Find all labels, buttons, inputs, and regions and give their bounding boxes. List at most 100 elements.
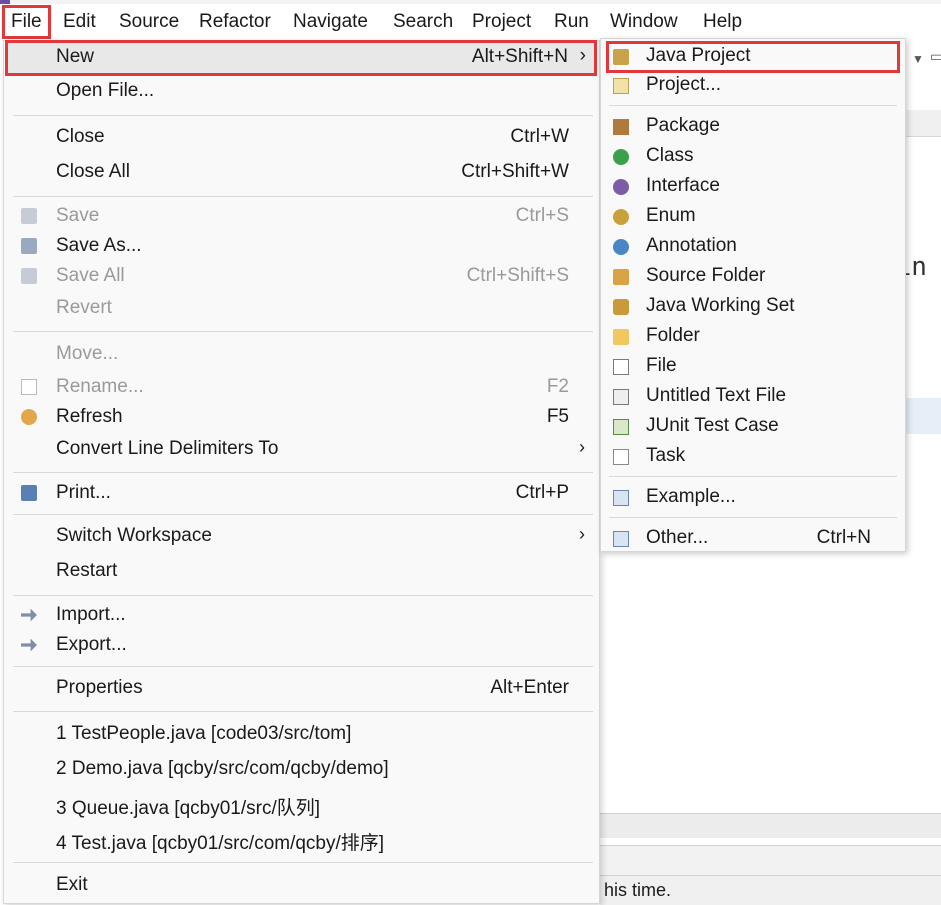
bottom-panel: [600, 845, 941, 876]
chevron-right-icon: ›: [579, 437, 585, 457]
menu-item-recent-2[interactable]: 2 Demo.java [qcby/src/com/qcby/demo]: [4, 755, 599, 785]
other-accel: Ctrl+N: [816, 527, 871, 548]
view-menu-dropdown-icon[interactable]: ▼: [912, 52, 924, 66]
submenu-item-package[interactable]: Package: [601, 112, 905, 142]
properties-label: Properties: [56, 677, 143, 698]
menu-item-close[interactable]: Close Ctrl+W: [4, 123, 599, 153]
export-icon: [21, 638, 37, 652]
submenu-item-file[interactable]: File: [601, 352, 905, 382]
menu-item-save-as[interactable]: Save As...: [4, 232, 599, 262]
folder-label: Folder: [646, 325, 700, 346]
exit-label: Exit: [56, 874, 88, 895]
menu-edit[interactable]: Edit: [57, 8, 102, 36]
recent-file-label: 1 TestPeople.java [code03/src/tom]: [56, 723, 352, 744]
annotation-icon: [613, 239, 629, 255]
submenu-item-interface[interactable]: Interface: [601, 172, 905, 202]
save-icon: [21, 208, 37, 224]
save-as-icon: [21, 238, 37, 254]
menu-item-recent-4[interactable]: 4 Test.java [qcby01/src/com/qcby/排序]: [4, 825, 599, 855]
menu-item-refresh[interactable]: Refresh F5: [4, 403, 599, 433]
file-label: File: [646, 355, 677, 376]
menu-item-restart[interactable]: Restart: [4, 557, 599, 587]
menu-project[interactable]: Project: [466, 8, 537, 36]
menu-item-rename[interactable]: Rename... F2: [4, 373, 599, 403]
recent-file-label: 2 Demo.java [qcby/src/com/qcby/demo]: [56, 758, 389, 779]
example-label: Example...: [646, 486, 736, 507]
menu-item-import[interactable]: Import...: [4, 601, 599, 631]
new-accel: Alt+Shift+N: [471, 46, 568, 67]
menu-help[interactable]: Help: [697, 8, 748, 36]
menu-item-switch-workspace[interactable]: Switch Workspace ›: [4, 522, 599, 552]
save-accel: Ctrl+S: [515, 205, 569, 226]
menu-separator: [13, 115, 593, 116]
minimize-icon[interactable]: ▭: [930, 48, 941, 65]
file-icon: [613, 359, 629, 375]
menu-item-close-all[interactable]: Close All Ctrl+Shift+W: [4, 158, 599, 188]
menu-search[interactable]: Search: [387, 8, 459, 36]
submenu-item-java-project[interactable]: Java Project: [606, 41, 900, 73]
submenu-item-annotation[interactable]: Annotation: [601, 232, 905, 262]
java-working-set-label: Java Working Set: [646, 295, 795, 316]
save-all-label: Save All: [56, 265, 125, 286]
submenu-item-example[interactable]: Example...: [601, 483, 905, 513]
submenu-item-untitled-text-file[interactable]: Untitled Text File: [601, 382, 905, 412]
task-icon: [613, 449, 629, 465]
menu-item-save[interactable]: Save Ctrl+S: [4, 202, 599, 232]
class-label: Class: [646, 145, 694, 166]
menu-run[interactable]: Run: [548, 8, 595, 36]
rename-label: Rename...: [56, 376, 144, 397]
menu-item-move[interactable]: Move...: [4, 340, 599, 370]
menu-item-recent-1[interactable]: 1 TestPeople.java [code03/src/tom]: [4, 720, 599, 750]
submenu-item-other[interactable]: Other... Ctrl+N: [601, 524, 905, 554]
submenu-item-task[interactable]: Task: [601, 442, 905, 472]
save-all-accel: Ctrl+Shift+S: [466, 265, 569, 286]
folder-icon: [613, 329, 629, 345]
menu-item-new[interactable]: New Alt+Shift+N ›: [5, 40, 597, 76]
save-all-icon: [21, 268, 37, 284]
menu-file[interactable]: File: [2, 5, 51, 39]
move-label: Move...: [56, 343, 119, 364]
submenu-item-class[interactable]: Class: [601, 142, 905, 172]
bottom-panel-header: [600, 813, 941, 838]
menu-window[interactable]: Window: [604, 8, 684, 36]
submenu-item-source-folder[interactable]: Source Folder: [601, 262, 905, 292]
submenu-item-project[interactable]: Project...: [601, 71, 905, 101]
refresh-label: Refresh: [56, 406, 123, 427]
menu-separator: [13, 666, 593, 667]
menu-navigate[interactable]: Navigate: [287, 8, 374, 36]
text-file-icon: [613, 389, 629, 405]
menu-item-exit[interactable]: Exit: [4, 871, 599, 901]
switch-workspace-label: Switch Workspace: [56, 525, 212, 546]
close-label: Close: [56, 126, 105, 147]
print-label: Print...: [56, 482, 111, 503]
recent-file-label: 4 Test.java [qcby01/src/com/qcby/排序]: [56, 833, 385, 854]
recent-file-label: 3 Queue.java [qcby01/src/队列]: [56, 798, 321, 819]
menu-item-recent-3[interactable]: 3 Queue.java [qcby01/src/队列]: [4, 790, 599, 820]
other-label: Other...: [646, 527, 709, 548]
export-label: Export...: [56, 634, 127, 655]
interface-icon: [613, 179, 629, 195]
close-accel: Ctrl+W: [510, 126, 569, 147]
menu-refactor[interactable]: Refactor: [193, 8, 277, 36]
menu-item-properties[interactable]: Properties Alt+Enter: [4, 674, 599, 704]
close-all-accel: Ctrl+Shift+W: [461, 161, 569, 182]
java-project-label: Java Project: [646, 45, 751, 66]
menu-item-print[interactable]: Print... Ctrl+P: [4, 479, 599, 509]
menu-separator: [13, 595, 593, 596]
junit-test-case-label: JUnit Test Case: [646, 415, 779, 436]
menu-item-convert-line-delimiters[interactable]: Convert Line Delimiters To ›: [4, 435, 599, 465]
menu-separator: [13, 331, 593, 332]
menu-separator: [609, 476, 897, 477]
menu-item-revert[interactable]: Revert: [4, 294, 599, 324]
new-label: New: [56, 46, 95, 67]
submenu-item-folder[interactable]: Folder: [601, 322, 905, 352]
menu-item-export[interactable]: Export...: [4, 631, 599, 661]
menu-item-open-file[interactable]: Open File...: [4, 77, 599, 107]
source-folder-icon: [613, 269, 629, 285]
chevron-right-icon: ›: [579, 524, 585, 544]
submenu-item-junit-test-case[interactable]: JUnit Test Case: [601, 412, 905, 442]
submenu-item-java-working-set[interactable]: Java Working Set: [601, 292, 905, 322]
menu-item-save-all[interactable]: Save All Ctrl+Shift+S: [4, 262, 599, 292]
menu-source[interactable]: Source: [113, 8, 185, 36]
submenu-item-enum[interactable]: Enum: [601, 202, 905, 232]
